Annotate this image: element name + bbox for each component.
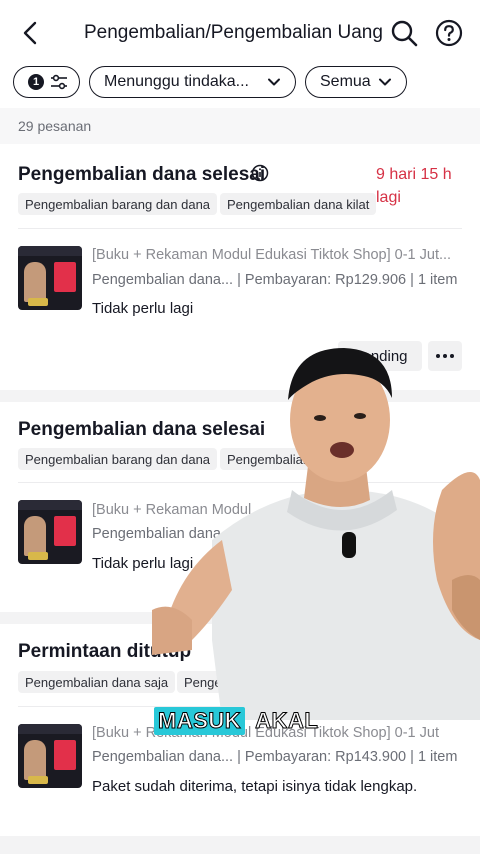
deadline-text: 9 hari 15 h lagi <box>376 166 452 206</box>
back-arrow-icon[interactable] <box>18 20 44 46</box>
tag: Pengembalian dana kilat <box>220 193 377 215</box>
product-meta: Pengembalian dana... | Pembayaran: Rp143… <box>92 749 458 765</box>
type-filter-label: Semua <box>320 73 371 90</box>
page-title: Pengembalian/Pengembalian Uang <box>84 22 383 43</box>
status-filter-label: Menunggu tindaka... <box>104 73 249 90</box>
divider <box>18 228 462 229</box>
product-title: [Buku + Rekaman Modul Edukasi Tiktok Sho… <box>92 247 452 263</box>
presenter-video-overlay <box>152 340 480 720</box>
chevron-down-icon <box>268 78 280 86</box>
help-icon[interactable] <box>435 19 463 47</box>
order-count: 29 pesanan <box>18 118 92 134</box>
presenter-figure <box>152 348 480 720</box>
caption-word: MASUK <box>154 707 246 735</box>
card-status-title: Pengembalian dana selesai <box>18 164 266 185</box>
card-separator <box>0 836 480 854</box>
filter-count-button[interactable]: 1 <box>13 66 80 98</box>
chevron-down-icon <box>379 78 391 86</box>
tag: Pengembalian barang dan dana <box>18 193 218 215</box>
product-thumbnail <box>18 500 82 564</box>
type-filter-dropdown[interactable]: Semua <box>305 66 407 98</box>
order-count-bar: 29 pesanan <box>0 108 480 144</box>
info-icon[interactable] <box>251 164 269 182</box>
return-reason: Paket sudah diterima, tetapi isinya tida… <box>92 778 418 795</box>
search-icon[interactable] <box>390 19 418 47</box>
top-bar: Pengembalian/Pengembalian Uang <box>0 0 480 64</box>
video-caption: MASUK AKAL <box>154 707 322 735</box>
return-reason: Tidak perlu lagi <box>92 300 194 317</box>
product-meta: Pengembalian dana... | Pembayaran: Rp129… <box>92 272 458 288</box>
status-filter-dropdown[interactable]: Menunggu tindaka... <box>89 66 296 98</box>
product-thumbnail <box>18 724 82 788</box>
filter-count-badge: 1 <box>28 74 44 90</box>
sliders-icon <box>51 74 67 90</box>
filter-bar: 1 Menunggu tindaka... Semua <box>0 66 480 100</box>
product-thumbnail <box>18 246 82 310</box>
caption-word: AKAL <box>255 708 319 734</box>
